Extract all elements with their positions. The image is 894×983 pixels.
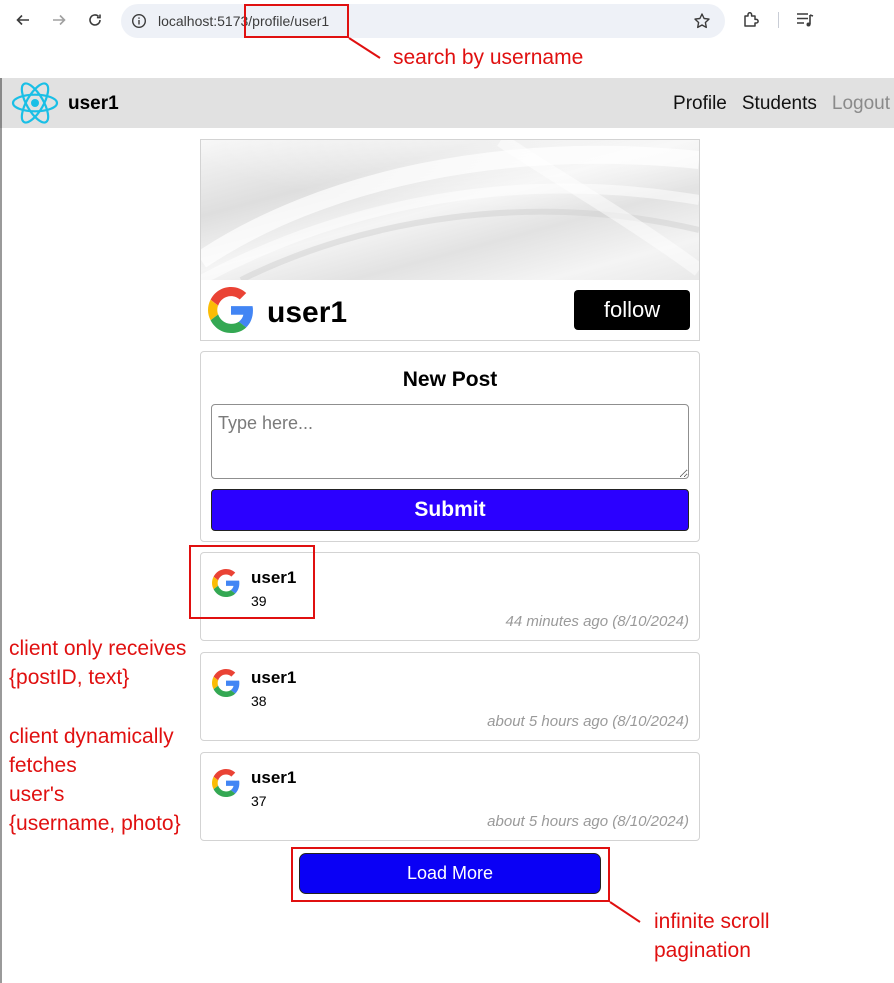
post-card: user1 38 about 5 hours ago (8/10/2024) bbox=[200, 652, 700, 741]
post-text-input[interactable] bbox=[211, 404, 689, 479]
toolbar-divider bbox=[778, 12, 779, 28]
annotation-client-fetches-line3: user's bbox=[9, 783, 65, 806]
annotation-box-post-header bbox=[189, 545, 315, 619]
annotation-client-receives-line2: {postID, text} bbox=[9, 666, 130, 689]
google-avatar-icon bbox=[212, 769, 240, 797]
nav-link-students[interactable]: Students bbox=[742, 93, 817, 115]
bookmark-star-icon[interactable] bbox=[693, 12, 711, 30]
post-username[interactable]: user1 bbox=[251, 668, 296, 688]
post-timestamp: 44 minutes ago (8/10/2024) bbox=[505, 613, 689, 630]
google-avatar-icon bbox=[212, 669, 240, 697]
back-button[interactable] bbox=[12, 9, 34, 31]
arrow-right-icon bbox=[53, 14, 66, 26]
media-controls-icon[interactable] bbox=[795, 11, 815, 29]
profile-username: user1 bbox=[267, 296, 348, 329]
react-logo-icon[interactable] bbox=[11, 81, 59, 125]
post-username[interactable]: user1 bbox=[251, 768, 296, 788]
post-timestamp: about 5 hours ago (8/10/2024) bbox=[487, 813, 689, 830]
annotation-box-load-more bbox=[291, 847, 610, 902]
post-text: 37 bbox=[251, 793, 267, 809]
post-text: 38 bbox=[251, 693, 267, 709]
nav-link-profile[interactable]: Profile bbox=[673, 93, 727, 115]
annotation-box-url bbox=[244, 4, 349, 38]
annotation-infinite-scroll-line2: pagination bbox=[654, 939, 751, 962]
profile-card: user1 follow bbox=[200, 139, 700, 341]
new-post-card: New Post Submit bbox=[200, 351, 700, 542]
annotation-search-by-username: search by username bbox=[393, 46, 584, 69]
app-navbar: user1 Profile Students Logout bbox=[0, 78, 894, 128]
window-edge bbox=[0, 128, 2, 983]
follow-button[interactable]: follow bbox=[574, 290, 690, 330]
annotation-infinite-scroll-line1: infinite scroll bbox=[654, 910, 770, 933]
navbar-username: user1 bbox=[68, 93, 119, 114]
reload-icon bbox=[89, 14, 101, 26]
post-card: user1 37 about 5 hours ago (8/10/2024) bbox=[200, 752, 700, 841]
annotation-client-fetches-line4: {username, photo} bbox=[9, 812, 181, 835]
annotation-client-fetches-line1: client dynamically bbox=[9, 725, 174, 748]
submit-button[interactable]: Submit bbox=[211, 489, 689, 531]
address-bar[interactable]: localhost:5173/profile/user1 bbox=[121, 4, 725, 38]
banner-swoosh-graphic bbox=[201, 140, 699, 280]
info-icon[interactable] bbox=[131, 13, 147, 29]
annotation-client-fetches-line2: fetches bbox=[9, 754, 77, 777]
extensions-icon[interactable] bbox=[741, 10, 761, 30]
browser-toolbar: localhost:5173/profile/user1 bbox=[0, 0, 894, 40]
nav-link-logout[interactable]: Logout bbox=[832, 93, 890, 115]
google-avatar-icon bbox=[208, 287, 253, 333]
annotation-line-load-more bbox=[609, 901, 641, 923]
profile-banner bbox=[201, 140, 699, 280]
post-timestamp: about 5 hours ago (8/10/2024) bbox=[487, 713, 689, 730]
new-post-title: New Post bbox=[402, 368, 498, 391]
annotation-line-url bbox=[348, 37, 381, 59]
reload-button[interactable] bbox=[84, 9, 106, 31]
forward-button[interactable] bbox=[48, 9, 70, 31]
arrow-left-icon bbox=[16, 14, 29, 26]
nav-links: Profile Students Logout bbox=[673, 93, 890, 115]
annotation-client-receives-line1: client only receives bbox=[9, 637, 187, 660]
